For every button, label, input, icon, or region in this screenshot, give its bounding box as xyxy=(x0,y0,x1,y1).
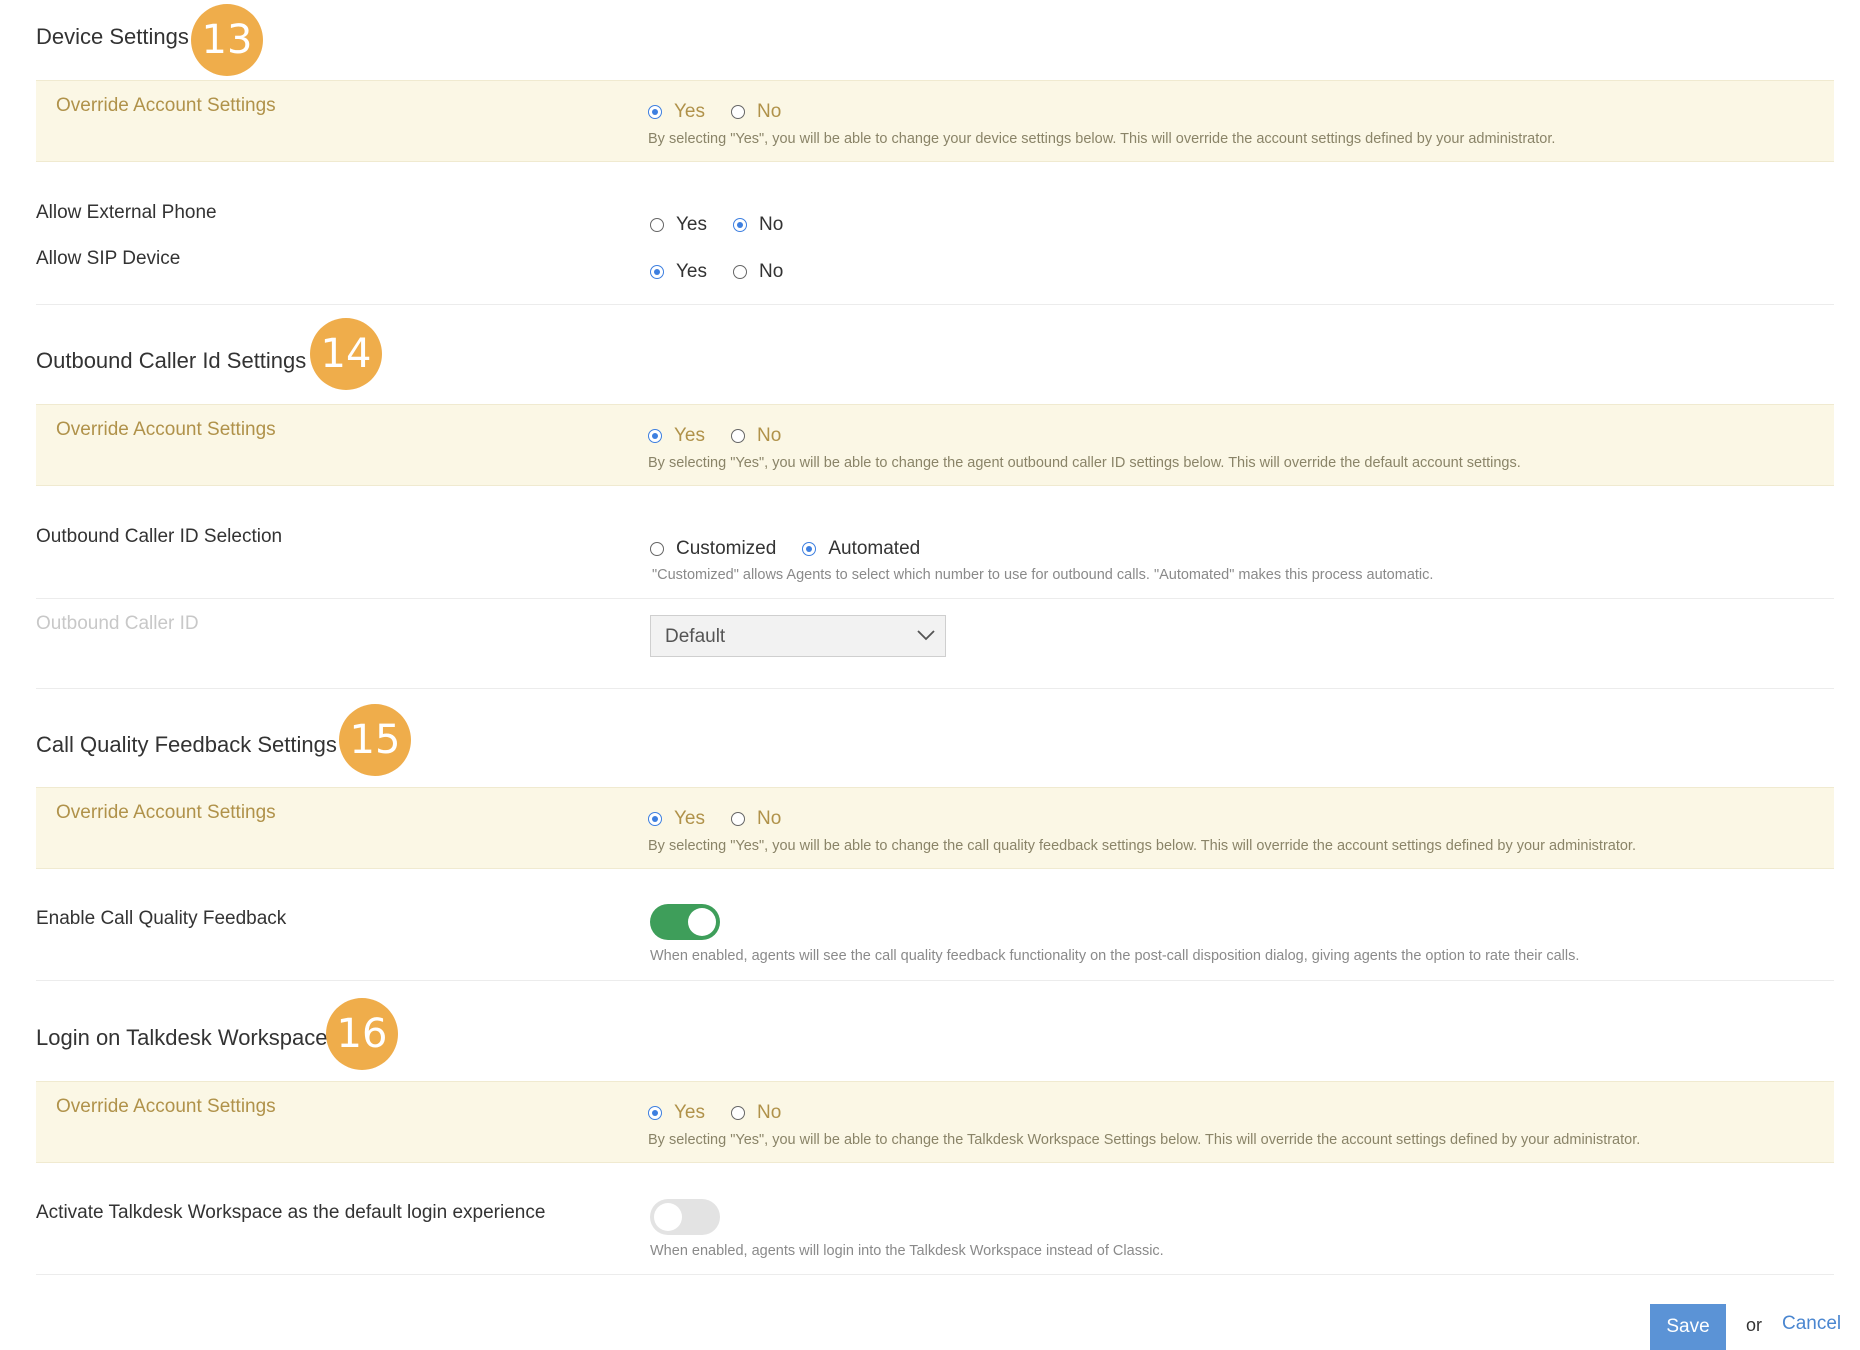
radio-no[interactable] xyxy=(731,429,745,443)
override-label: Override Account Settings xyxy=(56,802,276,823)
radio-yes[interactable] xyxy=(650,265,664,279)
call-quality-feedback-help: When enabled, agents will see the call q… xyxy=(650,948,1580,964)
radio-customized[interactable] xyxy=(650,542,664,556)
cancel-link[interactable]: Cancel xyxy=(1782,1313,1841,1335)
step-badge-14: 14 xyxy=(310,318,382,390)
chevron-down-icon xyxy=(917,630,935,641)
automated-option[interactable]: Automated xyxy=(802,538,920,560)
radio-no[interactable] xyxy=(733,218,747,232)
override-yes-option[interactable]: Yes xyxy=(648,808,705,830)
enable-call-quality-feedback-label: Enable Call Quality Feedback xyxy=(36,908,287,929)
device-override-panel: Override Account Settings Yes No By sele… xyxy=(36,80,1834,162)
radio-no[interactable] xyxy=(731,105,745,119)
allow-external-phone-label: Allow External Phone xyxy=(36,202,217,223)
device-settings-title: Device Settings xyxy=(36,24,189,49)
allow-sip-device-label: Allow SIP Device xyxy=(36,248,181,269)
sip-device-yes-option[interactable]: Yes xyxy=(650,261,707,283)
external-phone-yes-option[interactable]: Yes xyxy=(650,214,707,236)
toggle-knob xyxy=(654,1203,682,1231)
radio-automated[interactable] xyxy=(802,542,817,556)
override-radio-group: Yes No xyxy=(648,425,807,447)
caller-id-selection-radios: Customized Automated xyxy=(650,538,946,560)
override-help-text: By selecting "Yes", you will be able to … xyxy=(648,1132,1641,1148)
override-help-text: By selecting "Yes", you will be able to … xyxy=(648,838,1636,854)
radio-no[interactable] xyxy=(731,812,745,826)
activate-workspace-label: Activate Talkdesk Workspace as the defau… xyxy=(36,1202,546,1223)
customized-option[interactable]: Customized xyxy=(650,538,776,560)
divider xyxy=(36,1274,1834,1275)
radio-yes[interactable] xyxy=(648,105,662,119)
override-yes-option[interactable]: Yes xyxy=(648,101,705,123)
override-no-option[interactable]: No xyxy=(731,101,781,123)
caller-id-selection-help: "Customized" allows Agents to select whi… xyxy=(652,567,1434,583)
outbound-caller-id-label: Outbound Caller ID xyxy=(36,613,199,634)
override-no-option[interactable]: No xyxy=(731,1102,781,1124)
override-label: Override Account Settings xyxy=(56,419,276,440)
call-quality-feedback-title: Call Quality Feedback Settings xyxy=(36,732,337,757)
radio-yes[interactable] xyxy=(648,812,662,826)
or-text: or xyxy=(1746,1315,1763,1335)
radio-yes[interactable] xyxy=(648,1106,662,1120)
override-radio-group: Yes No xyxy=(648,1102,807,1124)
override-no-option[interactable]: No xyxy=(731,425,781,447)
activate-workspace-toggle[interactable] xyxy=(650,1199,720,1235)
radio-no[interactable] xyxy=(733,265,747,279)
workspace-override-panel: Override Account Settings Yes No By sele… xyxy=(36,1081,1834,1163)
outbound-caller-id-title: Outbound Caller Id Settings xyxy=(36,348,307,373)
outbound-override-panel: Override Account Settings Yes No By sele… xyxy=(36,404,1834,486)
enable-call-quality-feedback-toggle[interactable] xyxy=(650,904,720,940)
call-quality-override-panel: Override Account Settings Yes No By sele… xyxy=(36,787,1834,869)
outbound-caller-id-selection-label: Outbound Caller ID Selection xyxy=(36,526,283,547)
override-yes-option[interactable]: Yes xyxy=(648,1102,705,1124)
allow-sip-device-radios: Yes No xyxy=(650,261,809,283)
override-no-option[interactable]: No xyxy=(731,808,781,830)
override-label: Override Account Settings xyxy=(56,1096,276,1117)
activate-workspace-help: When enabled, agents will login into the… xyxy=(650,1243,1164,1259)
override-radio-group: Yes No xyxy=(648,808,807,830)
divider xyxy=(36,304,1834,305)
sip-device-no-option[interactable]: No xyxy=(733,261,783,283)
save-button[interactable]: Save xyxy=(1650,1304,1726,1350)
divider xyxy=(36,598,1834,599)
allow-external-phone-radios: Yes No xyxy=(650,214,809,236)
radio-yes[interactable] xyxy=(648,429,662,443)
external-phone-no-option[interactable]: No xyxy=(733,214,783,236)
divider xyxy=(36,980,1834,981)
divider xyxy=(36,688,1834,689)
radio-yes[interactable] xyxy=(650,218,664,232)
radio-no[interactable] xyxy=(731,1106,745,1120)
step-badge-15: 15 xyxy=(339,704,411,776)
override-radio-group: Yes No xyxy=(648,101,807,123)
login-talkdesk-workspace-title: Login on Talkdesk Workspace xyxy=(36,1025,328,1050)
override-label: Override Account Settings xyxy=(56,95,276,116)
override-help-text: By selecting "Yes", you will be able to … xyxy=(648,131,1556,147)
toggle-knob xyxy=(688,908,716,936)
step-badge-16: 16 xyxy=(326,998,398,1070)
outbound-caller-id-select[interactable]: Default xyxy=(650,615,946,657)
step-badge-13: 13 xyxy=(191,4,263,76)
override-help-text: By selecting "Yes", you will be able to … xyxy=(648,455,1521,471)
select-value: Default xyxy=(665,626,726,647)
override-yes-option[interactable]: Yes xyxy=(648,425,705,447)
